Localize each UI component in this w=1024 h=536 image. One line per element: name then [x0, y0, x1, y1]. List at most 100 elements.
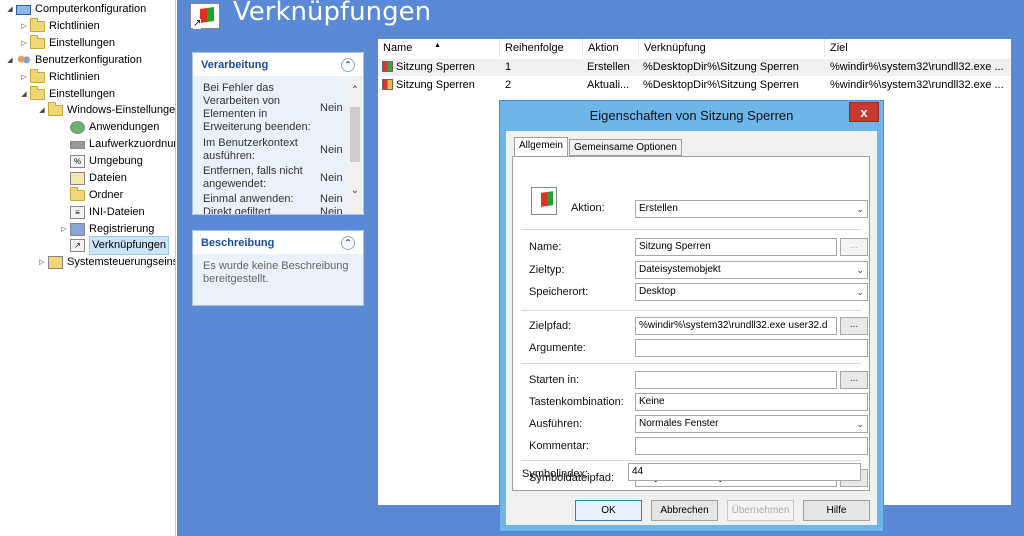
dialog-body: Allgemein Gemeinsame Optionen Aktion: Er… — [506, 131, 877, 525]
divider — [521, 363, 861, 364]
target-type-select[interactable]: Dateisystemobjekt ⌄ — [635, 261, 868, 279]
folder-open-icon — [48, 102, 63, 116]
tree-item-label: Dateien — [89, 172, 127, 184]
tree-item-label: Umgebung — [89, 155, 143, 167]
column-header-order[interactable]: Reihenfolge — [500, 39, 583, 57]
tree-item-label: Windows-Einstellungen — [67, 104, 176, 116]
tree-item-einstellungen-user[interactable]: ◢ Einstellungen — [18, 86, 115, 103]
tree-item-umgebung[interactable]: % Umgebung — [58, 153, 143, 170]
tree-item-benutzerkonfiguration[interactable]: ◢ Benutzerkonfiguration — [4, 52, 142, 69]
description-text: Es wurde keine Beschreibung bereitgestel… — [203, 260, 349, 285]
control-panel-icon — [48, 256, 63, 269]
collapse-icon[interactable]: ⌃ — [341, 235, 355, 250]
processing-scrollbar[interactable]: ⌃ ⌄ — [348, 77, 362, 214]
collapse-icon[interactable]: ◢ — [18, 86, 30, 103]
description-panel-title: Beschreibung — [201, 236, 275, 249]
scroll-down-icon[interactable]: ⌄ — [348, 185, 362, 199]
folder-icon — [30, 18, 45, 32]
arguments-field[interactable] — [635, 339, 868, 357]
row-action: Erstellen — [587, 61, 630, 73]
processing-panel-header[interactable]: Verarbeitung ⌃ — [193, 53, 363, 76]
row-action: Aktuali... — [587, 79, 630, 91]
start-in-field[interactable] — [635, 371, 837, 389]
tree-item-ini-dateien[interactable]: ≡ INI-Dateien — [58, 204, 145, 221]
scrollbar-thumb[interactable] — [350, 107, 360, 162]
processing-key: Einmal anwenden: — [203, 193, 294, 205]
column-header-target[interactable]: Ziel — [825, 39, 1011, 57]
tree-item-einstellungen[interactable]: ▷ Einstellungen — [18, 35, 115, 52]
start-in-label: Starten in: — [529, 374, 580, 386]
ok-button[interactable]: OK — [575, 500, 642, 521]
close-button[interactable]: x — [849, 102, 879, 122]
run-select[interactable]: Normales Fenster ⌄ — [635, 415, 868, 433]
tree-item-verknuepfungen[interactable]: ↗ Verknüpfungen — [58, 236, 170, 255]
location-select[interactable]: Desktop ⌄ — [635, 283, 868, 301]
cancel-button[interactable]: Abbrechen — [651, 500, 718, 521]
apply-button[interactable]: Übernehmen — [727, 500, 794, 521]
expand-icon[interactable]: ▷ — [18, 69, 30, 86]
expand-icon[interactable]: ▷ — [58, 221, 70, 238]
name-field[interactable]: Sitzung Sperren — [635, 238, 837, 256]
action-select[interactable]: Erstellen ⌄ — [635, 200, 868, 218]
scroll-up-icon[interactable]: ⌃ — [348, 85, 362, 99]
expand-icon[interactable]: ◢ — [4, 1, 16, 18]
expand-icon[interactable]: ▷ — [18, 18, 30, 35]
tree-item-richtlinien-user[interactable]: ▷ Richtlinien — [18, 69, 100, 86]
column-header-link[interactable]: Verknüpfung — [639, 39, 825, 57]
start-in-browse-button[interactable]: ... — [840, 371, 868, 389]
column-header-name[interactable]: Name ▲ — [378, 39, 500, 57]
expand-icon[interactable]: ▷ — [36, 254, 48, 271]
tree-item-label: Richtlinien — [49, 71, 100, 83]
processing-row: Direkt gefiltert Nein — [203, 206, 353, 214]
target-path-label: Zielpfad: — [529, 320, 572, 332]
icon-index-label: Symbolindex: — [522, 468, 589, 480]
users-icon — [16, 54, 31, 67]
comment-field[interactable] — [635, 437, 868, 455]
row-target: %windir%\system32\rundll32.exe ... — [830, 61, 1004, 73]
tree-item-label: Verknüpfungen — [89, 236, 170, 255]
row-name[interactable]: Sitzung Sperren — [382, 77, 500, 94]
tree-item-computerkonfiguration[interactable]: ◢ Computerkonfiguration — [4, 1, 146, 18]
folder-open-icon — [30, 86, 45, 100]
divider — [521, 229, 861, 230]
computer-icon — [16, 4, 31, 15]
tree-item-ordner[interactable]: Ordner — [58, 187, 123, 204]
navigation-tree: ◢ Computerkonfiguration ▷ Richtlinien ▷ … — [0, 0, 176, 536]
tree-item-label: Einstellungen — [49, 37, 116, 49]
hotkey-field[interactable]: Keine — [635, 393, 868, 411]
dialog-title[interactable]: Eigenschaften von Sitzung Sperren — [500, 101, 883, 131]
tree-item-dateien[interactable]: Dateien — [58, 170, 127, 187]
page-title: Verknüpfungen — [233, 0, 432, 27]
registry-icon — [70, 223, 85, 236]
icon-index-field[interactable]: 44 — [628, 463, 861, 481]
chevron-down-icon: ⌄ — [856, 265, 864, 275]
tab-gemeinsame-optionen[interactable]: Gemeinsame Optionen — [569, 139, 682, 156]
name-browse-button[interactable]: ... — [840, 238, 868, 256]
tree-item-laufwerkzuordnungen[interactable]: Laufwerkzuordnungen — [58, 136, 175, 153]
help-button[interactable]: Hilfe — [803, 500, 870, 521]
processing-key: Im Benutzerkontext ausführen: — [203, 137, 298, 162]
description-panel-header[interactable]: Beschreibung ⌃ — [193, 231, 363, 254]
tree-item-label: Laufwerkzuordnungen — [89, 138, 175, 150]
divider — [521, 460, 861, 461]
drive-icon — [70, 140, 85, 149]
target-path-field[interactable]: %windir%\system32\rundll32.exe user32.d — [635, 317, 837, 335]
tree-item-windows-einstellungen[interactable]: ◢ Windows-Einstellungen — [36, 102, 176, 119]
expand-icon[interactable]: ▷ — [18, 35, 30, 52]
tree-item-systemsteuerung[interactable]: ▷ Systemsteuerungseinstellungen — [36, 254, 175, 271]
tree-item-anwendungen[interactable]: Anwendungen — [58, 119, 159, 136]
tree-item-richtlinien[interactable]: ▷ Richtlinien — [18, 18, 100, 35]
collapse-icon[interactable]: ◢ — [36, 102, 48, 119]
tab-allgemein[interactable]: Allgemein — [514, 137, 568, 156]
processing-panel: Verarbeitung ⌃ Bei Fehler das Verarbeite… — [192, 52, 364, 215]
collapse-icon[interactable]: ◢ — [4, 52, 16, 69]
row-name-label: Sitzung Sperren — [396, 79, 475, 91]
collapse-icon[interactable]: ⌃ — [341, 57, 355, 72]
action-label: Aktion: — [571, 202, 605, 214]
processing-key: Direkt gefiltert — [203, 206, 271, 214]
target-path-browse-button[interactable]: ... — [840, 317, 868, 335]
ini-file-icon: ≡ — [70, 206, 85, 219]
tree-item-label: Systemsteuerungseinstellungen — [67, 256, 175, 268]
column-header-action[interactable]: Aktion — [583, 39, 639, 57]
tree-item-label: Benutzerkonfiguration — [35, 54, 143, 66]
